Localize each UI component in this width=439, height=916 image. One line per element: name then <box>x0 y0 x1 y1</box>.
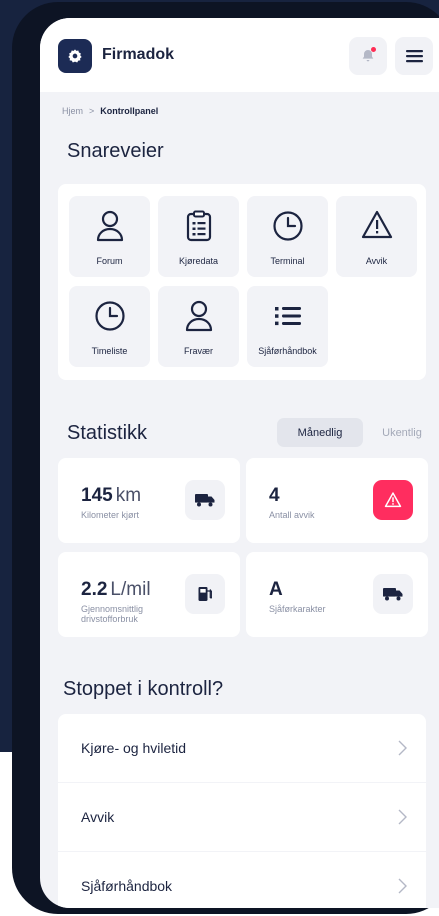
list-item-label: Kjøre- og hviletid <box>81 740 187 756</box>
shortcut-kjoredata[interactable]: Kjøredata <box>158 196 239 277</box>
shortcut-terminal[interactable]: Terminal <box>247 196 328 277</box>
shortcut-label: Forum <box>96 256 123 266</box>
list-item-driver-handbook[interactable]: Sjåførhåndbok <box>58 852 426 908</box>
logo[interactable] <box>58 39 92 73</box>
truck-icon <box>195 494 215 507</box>
stat-label: Sjåførkarakter <box>269 604 326 614</box>
clipboard-list-icon <box>186 210 211 242</box>
app-header: Firmadok <box>40 18 439 92</box>
stat-value: 4 <box>269 485 280 506</box>
warning-triangle-icon <box>384 492 402 508</box>
hamburger-menu-icon <box>405 50 423 63</box>
stat-card-driver-grade[interactable]: A Sjåførkarakter <box>246 552 428 637</box>
shortcut-label: Terminal <box>270 256 305 266</box>
person-icon <box>96 210 123 242</box>
stat-icon-box <box>373 480 413 520</box>
shortcut-avvik[interactable]: Avvik <box>336 196 417 277</box>
shortcut-label: Avvik <box>365 256 388 266</box>
fuel-pump-icon <box>198 587 212 601</box>
stat-card-fuel[interactable]: 2.2 L/mil Gjennomsnittlig drivstofforbruk <box>58 552 240 637</box>
stat-card-distance[interactable]: 145 km Kilometer kjørt <box>58 458 240 543</box>
stat-icon-box <box>185 574 225 614</box>
notifications-button[interactable] <box>349 37 387 75</box>
chevron-right-icon <box>398 809 407 825</box>
chevron-right-icon <box>398 740 407 756</box>
list-item-label: Sjåførhåndbok <box>81 878 173 894</box>
toggle-weekly[interactable]: Ukentlig <box>372 418 432 447</box>
settings-gear-icon <box>68 49 82 63</box>
app-screen: Firmadok Hjem > Kontrollpanel Snareveier… <box>40 18 439 908</box>
stat-value: A <box>269 579 283 600</box>
app-name: Firmadok <box>102 46 175 63</box>
clock-icon <box>94 301 125 331</box>
list-icon <box>274 307 301 326</box>
notification-dot <box>371 47 376 52</box>
list-item-driving-rest-time[interactable]: Kjøre- og hviletid <box>58 714 426 782</box>
stat-label: Antall avvik <box>269 510 315 520</box>
breadcrumb-home[interactable]: Hjem <box>62 106 83 116</box>
person-icon <box>185 300 212 332</box>
breadcrumb-separator: > <box>89 106 95 116</box>
breadcrumb-current: Kontrollpanel <box>100 106 159 116</box>
truck-icon <box>383 588 403 601</box>
control-stop-title: Stoppet i kontroll? <box>63 678 224 700</box>
shortcut-fravaer[interactable]: Fravær <box>158 286 239 367</box>
statistics-title: Statistikk <box>67 422 148 444</box>
shortcuts-card: Forum Kjøredata Terminal Avvik Timeliste… <box>58 184 426 380</box>
shortcut-timeliste[interactable]: Timeliste <box>69 286 150 367</box>
shortcut-sjaforhandbok[interactable]: Sjåførhåndbok <box>247 286 328 367</box>
breadcrumb: Hjem > Kontrollpanel <box>62 106 158 116</box>
chevron-right-icon <box>398 878 407 894</box>
stat-value: 145 km <box>81 485 142 506</box>
stat-card-deviations[interactable]: 4 Antall avvik <box>246 458 428 543</box>
shortcuts-title: Snareveier <box>67 140 164 162</box>
shortcut-label: Kjøredata <box>178 256 219 266</box>
stat-label: Gjennomsnittlig drivstofforbruk <box>81 604 144 624</box>
toggle-monthly[interactable]: Månedlig <box>277 418 363 447</box>
shortcut-forum[interactable]: Forum <box>69 196 150 277</box>
list-item-deviations[interactable]: Avvik <box>58 783 426 851</box>
menu-button[interactable] <box>395 37 433 75</box>
clock-icon <box>272 211 303 241</box>
shortcut-label: Sjåførhåndbok <box>258 346 317 356</box>
list-item-label: Avvik <box>81 809 115 825</box>
warning-triangle-icon <box>361 210 392 239</box>
shortcut-label: Fravær <box>184 346 213 356</box>
stat-icon-box <box>373 574 413 614</box>
phone-frame: Firmadok Hjem > Kontrollpanel Snareveier… <box>12 2 439 914</box>
stat-icon-box <box>185 480 225 520</box>
stat-value: 2.2 L/mil <box>81 579 151 600</box>
stat-label: Kilometer kjørt <box>81 510 140 520</box>
shortcut-label: Timeliste <box>91 346 128 356</box>
